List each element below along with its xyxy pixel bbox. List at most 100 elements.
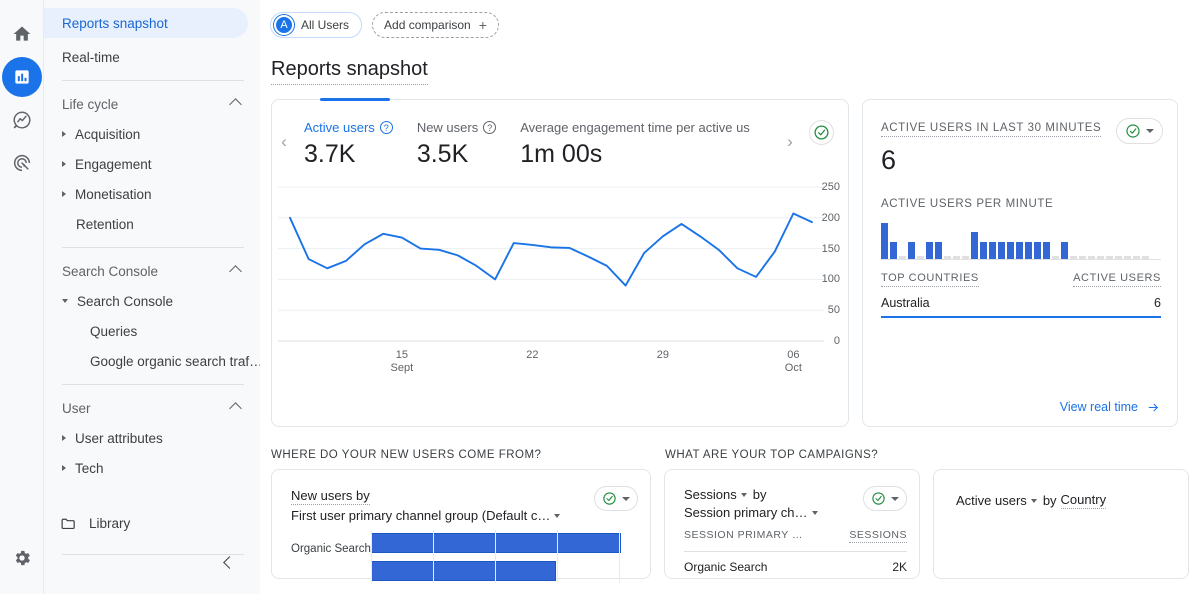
sidebar-item-label: Reports snapshot — [62, 15, 168, 31]
insights-check-badge[interactable] — [809, 120, 834, 145]
chevron-right-icon — [62, 131, 66, 137]
per-minute-bar — [1079, 256, 1086, 259]
new-users-dimension-label: First user primary channel group (Defaul… — [291, 508, 551, 523]
sidebar-item-search-console[interactable]: Search Console — [44, 286, 248, 316]
sidebar-item-acquisition[interactable]: Acquisition — [44, 119, 248, 149]
sidebar-item-label: Google organic search traf… — [90, 353, 260, 369]
geo-dimension-label: Country — [1060, 492, 1107, 509]
explore-icon[interactable] — [2, 100, 42, 140]
sidebar-item-queries[interactable]: Queries — [44, 316, 248, 346]
chevron-down-icon — [1030, 498, 1037, 503]
y-axis-tick: 50 — [827, 304, 840, 317]
campaigns-insights-badge[interactable] — [863, 486, 907, 511]
metric-new-users[interactable]: New users ? 3.5K — [417, 120, 520, 169]
sidebar-item-retention[interactable]: Retention — [44, 209, 248, 239]
geo-by-label: by — [1042, 493, 1057, 508]
chevron-right-icon — [62, 435, 66, 441]
chevron-up-icon — [229, 401, 242, 415]
sidebar-item-label: Search Console — [77, 293, 174, 309]
top-countries-header: TOP COUNTRIES — [881, 272, 979, 287]
active-users-per-minute-label: ACTIVE USERS PER MINUTE — [881, 198, 1054, 210]
all-users-chip[interactable]: A All Users — [270, 12, 363, 38]
metric-active-users[interactable]: Active users ? 3.7K — [296, 120, 417, 169]
per-minute-bar — [1043, 241, 1050, 259]
help-icon[interactable]: ? — [379, 121, 393, 134]
x-axis-tick: 22 — [526, 349, 539, 361]
section-headers: WHERE DO YOUR NEW USERS COME FROM? WHAT … — [260, 427, 1200, 461]
arrow-right-icon — [1148, 403, 1158, 411]
geo-metric-selector[interactable]: Active users by Country — [956, 492, 1174, 509]
campaigns-dimension-label: Session primary ch… — [684, 505, 808, 520]
settings-gear-icon[interactable] — [2, 538, 42, 578]
campaigns-col-metric: SESSIONS — [849, 529, 907, 543]
sidebar-item-user-attributes[interactable]: User attributes — [44, 423, 248, 453]
sidebar-item-tech[interactable]: Tech — [44, 453, 248, 483]
overview-card: ‹ Active users ? 3.7K New users ? 3.5K A… — [271, 98, 849, 427]
line-chart-x-axis: 15 Sept 22 29 06 Oct — [272, 349, 848, 383]
metric-value: 1m 00s — [520, 140, 603, 168]
sidebar-item-real-time[interactable]: Real-time — [44, 42, 248, 72]
sidebar-collapse-button[interactable] — [44, 556, 260, 569]
view-real-time-link[interactable]: View real time — [1060, 400, 1161, 414]
per-minute-bar — [953, 256, 960, 259]
per-minute-bar — [881, 223, 888, 259]
sidebar-item-monetisation[interactable]: Monetisation — [44, 179, 248, 209]
chevron-left-icon — [223, 556, 236, 569]
chevron-up-icon — [229, 97, 242, 111]
sidebar-group-label: User — [62, 400, 91, 416]
campaigns-metric-label: Sessions — [684, 487, 737, 502]
new-users-insights-badge[interactable] — [594, 486, 638, 511]
bottom-fade — [260, 584, 1200, 594]
per-minute-bar — [890, 241, 897, 259]
per-minute-bar — [1106, 256, 1113, 259]
campaigns-col-dimension: SESSION PRIMARY … — [684, 529, 803, 541]
all-users-label: All Users — [301, 18, 350, 32]
active-users-line-chart[interactable]: 250 200 150 100 50 0 15 Sept 22 29 06 Oct — [272, 179, 848, 384]
line-chart-y-axis: 250 200 150 100 50 0 — [810, 179, 840, 354]
x-axis-tick: 06 Oct — [784, 349, 802, 374]
sidebar-item-label: Retention — [76, 216, 134, 232]
metric-label: New users ? — [417, 120, 497, 135]
plus-icon: + — [478, 17, 487, 33]
sidebar-item-label: Engagement — [75, 156, 152, 172]
y-axis-tick: 250 — [821, 181, 840, 193]
sidebar-group-life-cycle[interactable]: Life cycle — [44, 89, 260, 119]
chevron-right-icon — [62, 191, 66, 197]
metrics-next-button[interactable]: › — [778, 120, 802, 152]
bar-label: Organic Search — [291, 543, 371, 555]
sidebar-item-label: Library — [89, 515, 131, 531]
advertising-icon[interactable] — [2, 143, 42, 183]
new-users-dimension-selector[interactable]: First user primary channel group (Defaul… — [291, 508, 636, 523]
realtime-card: ACTIVE USERS IN LAST 30 MINUTES 6 ACTIVE… — [862, 99, 1178, 427]
sidebar-item-reports-snapshot[interactable]: Reports snapshot — [44, 8, 248, 38]
sidebar-divider-1 — [62, 80, 244, 81]
sidebar-item-label: User attributes — [75, 430, 163, 446]
sidebar-group-user[interactable]: User — [44, 393, 260, 423]
sidebar-item-engagement[interactable]: Engagement — [44, 149, 248, 179]
bar-second — [371, 561, 556, 581]
home-icon[interactable] — [2, 14, 42, 54]
new-users-bar-chart[interactable]: Organic Search — [291, 530, 636, 583]
realtime-insights-badge[interactable] — [1116, 118, 1163, 144]
reports-icon[interactable] — [1, 57, 42, 97]
y-axis-tick: 150 — [821, 242, 840, 255]
new-users-by-channel-card: New users by First user primary channel … — [271, 469, 651, 583]
add-comparison-label: Add comparison — [384, 18, 471, 32]
main-content: A All Users Add comparison + Reports sna… — [260, 0, 1200, 594]
sidebar-item-library[interactable]: Library — [44, 508, 130, 538]
active-users-by-country-card: Active users by Country — [933, 469, 1189, 579]
per-minute-bar — [998, 241, 1005, 259]
help-icon[interactable]: ? — [483, 121, 497, 134]
sidebar-item-google-organic-search-traffic[interactable]: Google organic search traf… — [44, 346, 260, 376]
per-minute-bar — [1124, 256, 1131, 259]
campaign-label: Organic Search — [684, 560, 768, 574]
realtime-table-header: TOP COUNTRIES ACTIVE USERS — [881, 272, 1161, 287]
metric-value: 3.7K — [304, 140, 356, 168]
sidebar-item-label: Real-time — [62, 49, 120, 65]
per-minute-bar — [1133, 256, 1140, 259]
add-comparison-button[interactable]: Add comparison + — [372, 12, 499, 38]
sidebar-group-search-console[interactable]: Search Console — [44, 256, 260, 286]
country-users: 6 — [1154, 296, 1161, 310]
metric-avg-engagement-time[interactable]: Average engagement time per active us 1m… — [520, 120, 774, 169]
metrics-prev-button[interactable]: ‹ — [272, 120, 296, 152]
